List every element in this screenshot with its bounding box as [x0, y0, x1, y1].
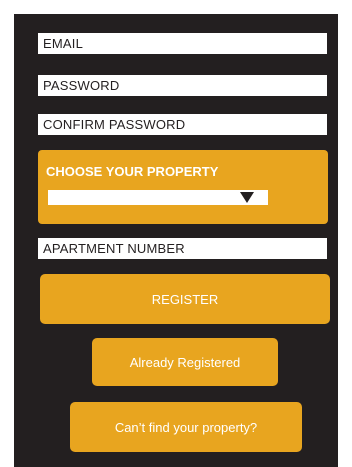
- triangle-down-icon[interactable]: [240, 192, 254, 203]
- email-field[interactable]: EMAIL: [38, 33, 327, 54]
- confirm-password-placeholder: CONFIRM PASSWORD: [43, 117, 186, 132]
- password-placeholder: PASSWORD: [43, 78, 120, 93]
- apartment-number-placeholder: APARTMENT NUMBER: [43, 241, 185, 256]
- property-chooser-title: CHOOSE YOUR PROPERTY: [46, 164, 219, 179]
- password-field[interactable]: PASSWORD: [38, 75, 327, 96]
- cant-find-property-button[interactable]: Can’t find your property?: [70, 402, 302, 452]
- email-placeholder: EMAIL: [43, 36, 84, 51]
- register-button[interactable]: REGISTER: [40, 274, 330, 324]
- apartment-number-field[interactable]: APARTMENT NUMBER: [38, 238, 327, 259]
- registration-panel: EMAIL PASSWORD CONFIRM PASSWORD CHOOSE Y…: [14, 14, 338, 467]
- property-chooser: CHOOSE YOUR PROPERTY: [38, 150, 328, 224]
- confirm-password-field[interactable]: CONFIRM PASSWORD: [38, 114, 327, 135]
- already-registered-button[interactable]: Already Registered: [92, 338, 278, 386]
- property-select[interactable]: [48, 190, 268, 205]
